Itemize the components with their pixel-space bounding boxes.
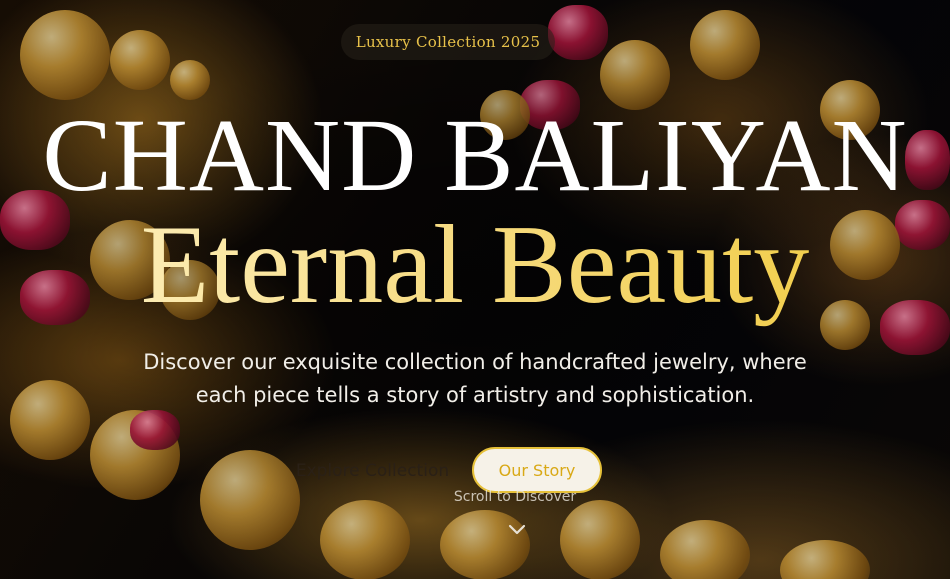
description-line-2: each piece tells a story of artistry and… [195,383,755,407]
hero-subtitle: Eternal Beauty [0,200,950,330]
collection-badge: Luxury Collection 2025 [341,24,555,60]
hero-section: Luxury Collection 2025 CHAND BALIYAN Ete… [0,0,950,579]
description-line-1: Discover our exquisite collection of han… [143,350,807,374]
scroll-to-discover-label: Scroll to Discover [453,489,577,505]
brand-title: CHAND BALIYAN [42,98,908,213]
hero-description: Discover our exquisite collection of han… [75,346,875,412]
chevron-down-icon[interactable] [505,518,529,542]
explore-collection-button[interactable]: Explore Collection [280,452,465,490]
